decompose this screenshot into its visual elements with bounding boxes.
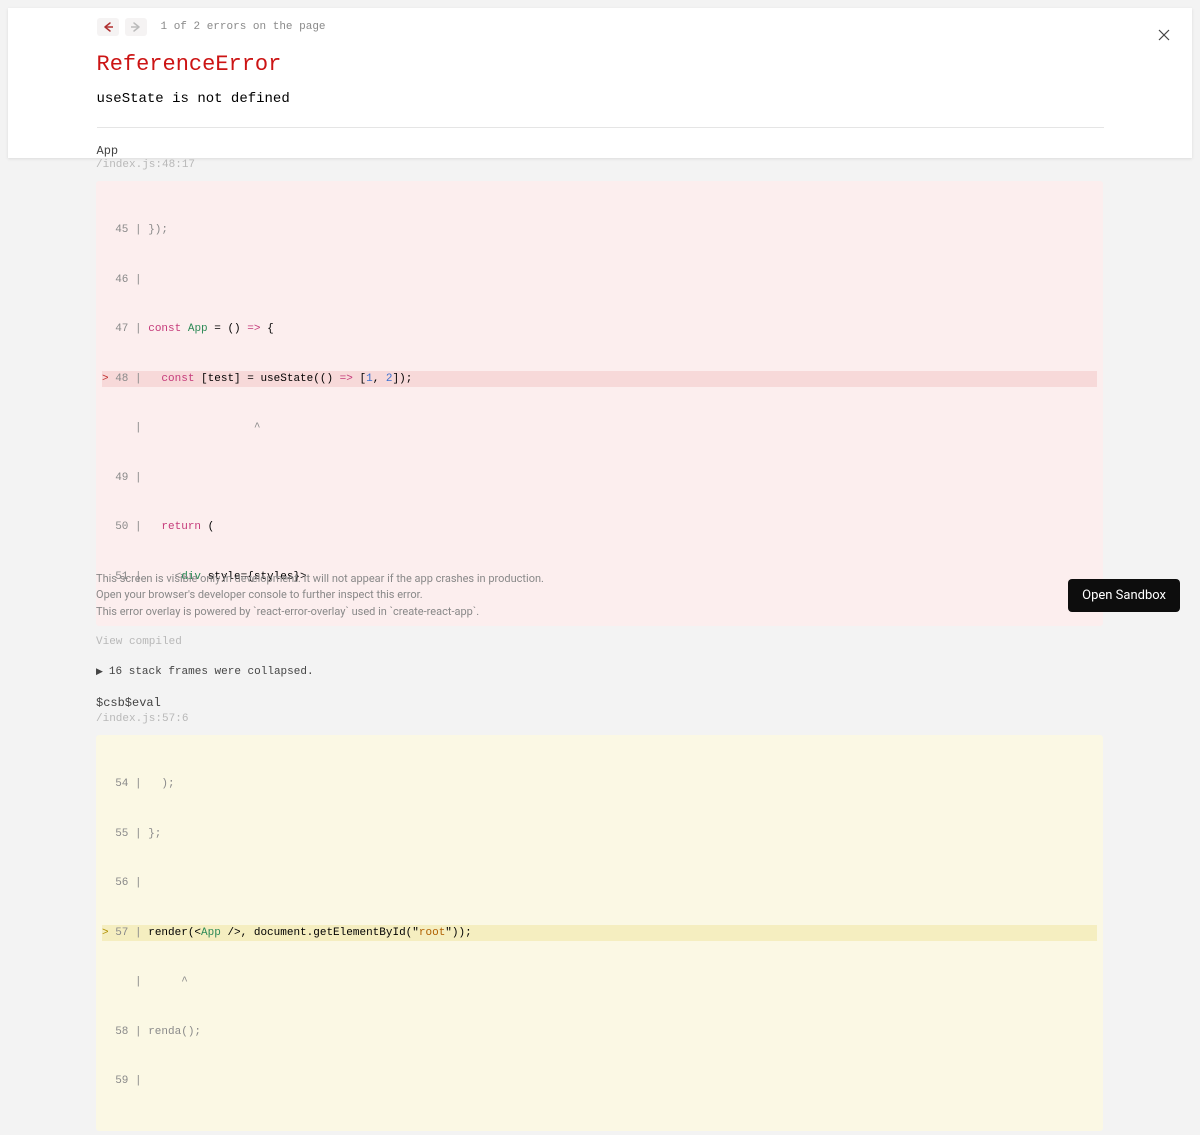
open-sandbox-button[interactable]: Open Sandbox: [1068, 579, 1180, 612]
error-message: useState is not defined: [97, 91, 1104, 107]
chevron-right-icon: ▶: [96, 667, 103, 677]
footer-notice: This screen is visible only in developme…: [96, 571, 544, 621]
close-icon[interactable]: [1158, 26, 1170, 45]
error-type: ReferenceError: [97, 52, 1104, 77]
code-frame-secondary: 54 | ); 55 | }; 56 | > 57 | render(<App …: [96, 735, 1103, 1131]
collapsed-frames-toggle[interactable]: ▶16 stack frames were collapsed.: [96, 666, 1103, 678]
error-count-text: 1 of 2 errors on the page: [161, 21, 326, 33]
divider: [97, 127, 1104, 128]
error-nav-header: 1 of 2 errors on the page: [97, 8, 1104, 44]
stack-frame-function: $csb$eval: [96, 696, 1103, 710]
view-compiled-link[interactable]: View compiled: [96, 636, 1103, 648]
stack-frame-location: /index.js:57:6: [96, 713, 1103, 725]
code-frame-primary: 45 | }); 46 | 47 | const App = () => { >…: [96, 181, 1103, 626]
prev-error-button[interactable]: [97, 18, 119, 36]
next-error-button[interactable]: [125, 18, 147, 36]
stack-frame-location: /index.js:48:17: [96, 159, 1103, 171]
